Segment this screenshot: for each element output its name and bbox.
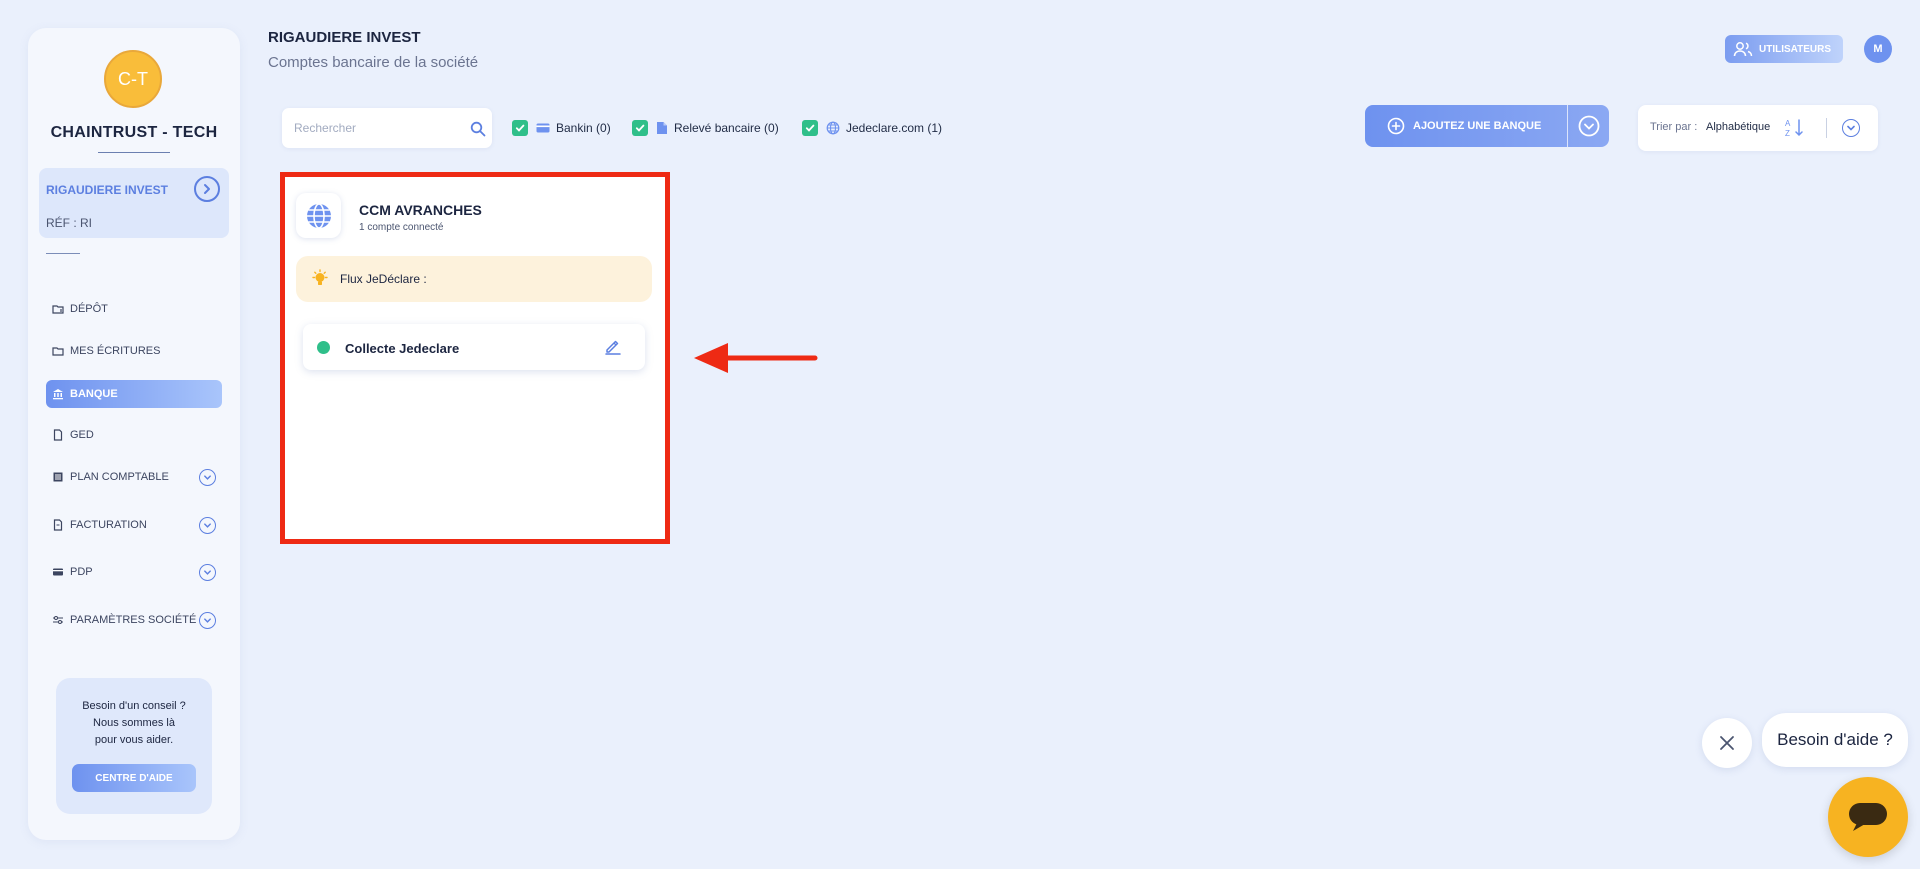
sidebar-item-label: MES ÉCRITURES [70,345,161,357]
users-button[interactable]: UTILISATEURS [1725,35,1843,63]
chevron-down-icon [1578,115,1599,137]
filter-label: Bankin (0) [556,121,611,135]
sort-az-icon[interactable]: AZ [1784,117,1806,139]
chevron-down-icon[interactable] [199,517,216,534]
add-bank-dropdown-button[interactable] [1568,105,1609,147]
logo-initials: C-T [118,68,148,89]
sidebar-item-label: PLAN COMPTABLE [70,471,169,483]
svg-text:Z: Z [1785,129,1790,138]
help-card: Besoin d'un conseil ? Nous sommes là pou… [56,678,212,814]
page-title: RIGAUDIERE INVEST [268,29,421,46]
bank-card[interactable]: CCM AVRANCHES 1 compte connecté Flux JeD… [283,176,667,540]
lightbulb-icon [312,269,328,285]
card-icon [53,568,63,576]
chat-close-button[interactable] [1702,718,1752,768]
filter-bankin[interactable]: Bankin (0) [512,118,611,138]
sidebar-item-ged[interactable]: GED [46,421,222,449]
chevron-down-icon[interactable] [199,564,216,581]
status-dot [317,341,330,354]
sidebar: C-T CHAINTRUST - TECH RIGAUDIERE INVEST … [28,28,240,840]
sidebar-item-parametres-societe[interactable]: PARAMÈTRES SOCIÉTÉ [46,606,222,634]
sidebar-item-banque[interactable]: BANQUE [46,380,222,408]
help-text-line1: Besoin d'un conseil ? [82,700,186,712]
plus-circle-icon [1387,117,1405,135]
sort-value: Alphabétique [1706,121,1771,133]
sort-control[interactable]: Trier par : Alphabétique AZ [1638,105,1878,151]
sidebar-divider [46,253,80,254]
bank-logo [296,193,341,238]
chevron-down-icon[interactable] [1842,119,1860,137]
sidebar-item-depot[interactable]: DÉPÔT [46,295,222,323]
chat-bubble-text: Besoin d'aide ? [1777,730,1893,749]
add-bank-button[interactable]: AJOUTEZ UNE BANQUE [1365,105,1567,147]
sidebar-item-label: PDP [70,566,93,578]
bank-name: CCM AVRANCHES [359,202,482,218]
add-bank-split-button: AJOUTEZ UNE BANQUE [1365,105,1609,147]
help-text-line3: pour vous aider. [94,734,174,746]
chat-bubble[interactable]: Besoin d'aide ? [1762,713,1908,767]
bank-icon [53,389,63,400]
chevron-right-icon [204,184,210,194]
document-icon [657,122,667,134]
sidebar-item-label: GED [70,429,94,441]
globe-icon [826,121,840,135]
flux-banner: Flux JeDéclare : [296,256,652,302]
client-name: RIGAUDIERE INVEST [46,183,169,197]
document-icon [53,429,63,441]
help-center-button[interactable]: CENTRE D'AIDE [72,764,196,792]
search-icon[interactable] [470,121,486,137]
client-switch-button[interactable] [194,176,220,202]
sort-separator [1826,118,1827,138]
checkbox-jedeclare[interactable] [802,120,818,136]
close-icon [1720,736,1734,750]
page-subtitle: Comptes bancaire de la société [268,54,479,71]
avatar-initial: M [1873,43,1883,55]
chat-launcher-button[interactable] [1828,777,1908,857]
flux-label: Flux JeDéclare : [340,272,427,286]
sidebar-item-mes-ecritures[interactable]: MES ÉCRITURES [46,337,222,365]
company-logo: C-T [104,50,162,108]
company-name: CHAINTRUST - TECH [50,124,218,141]
sliders-icon [53,616,63,624]
filter-jedeclare[interactable]: Jedeclare.com (1) [802,118,942,138]
filter-label: Relevé bancaire (0) [674,121,779,135]
collect-name: Collecte Jedeclare [345,341,460,356]
client-card[interactable]: RIGAUDIERE INVEST RÉF : RI [39,168,229,238]
chevron-down-icon[interactable] [199,469,216,486]
add-bank-label: AJOUTEZ UNE BANQUE [1413,120,1542,132]
globe-icon [306,202,331,229]
client-ref: RÉF : RI [46,216,93,230]
sidebar-item-label: DÉPÔT [70,303,108,315]
invoice-icon [53,519,63,531]
chevron-down-icon[interactable] [199,612,216,629]
collect-item[interactable]: Collecte Jedeclare [303,324,645,370]
filter-releve-bancaire[interactable]: Relevé bancaire (0) [632,118,779,138]
edit-icon[interactable] [604,337,622,355]
help-text-line2: Nous sommes là [93,717,175,729]
sidebar-item-label: FACTURATION [70,519,147,531]
ledger-icon [53,472,63,482]
card-icon [536,123,550,133]
users-icon [1733,42,1753,57]
folder-icon [52,347,64,356]
bank-account-count: 1 compte connecté [359,222,444,233]
arrow-left-icon [694,343,818,373]
sidebar-item-label: PARAMÈTRES SOCIÉTÉ [70,614,197,626]
svg-text:A: A [1785,119,1791,128]
sort-label: Trier par : [1650,121,1698,133]
filter-label: Jedeclare.com (1) [846,121,943,135]
checkbox-bankin[interactable] [512,120,528,136]
sidebar-item-label: BANQUE [70,388,118,400]
company-underline [98,152,170,153]
chat-icon [1849,803,1887,831]
users-button-label: UTILISATEURS [1759,43,1832,55]
checkbox-releve-bancaire[interactable] [632,120,648,136]
sidebar-item-pdp[interactable]: PDP [46,558,222,586]
search-box [282,108,492,148]
folder-upload-icon [52,305,64,314]
avatar[interactable]: M [1864,35,1892,63]
sidebar-item-plan-comptable[interactable]: PLAN COMPTABLE [46,463,222,491]
search-input[interactable] [294,119,454,137]
sidebar-item-facturation[interactable]: FACTURATION [46,511,222,539]
